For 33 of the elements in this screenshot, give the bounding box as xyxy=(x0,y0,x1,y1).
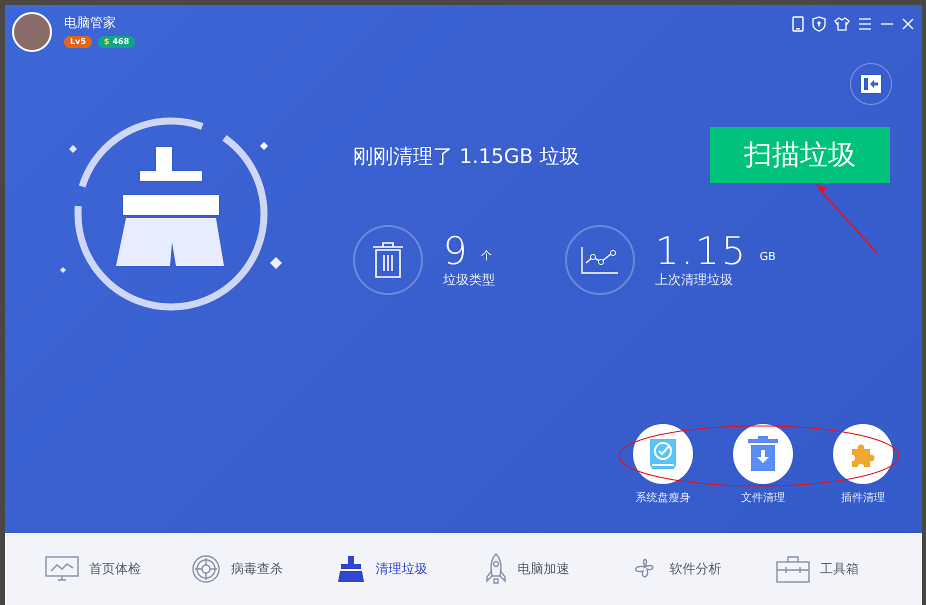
shirt-icon[interactable] xyxy=(834,17,850,31)
avatar[interactable] xyxy=(12,12,52,52)
stat-unit: GB xyxy=(760,250,776,265)
nav-tab[interactable]: 软件分析 xyxy=(630,554,776,584)
line-chart-icon xyxy=(580,245,620,275)
close-icon[interactable] xyxy=(902,18,914,30)
level-badge: Lv5 xyxy=(64,36,92,48)
shield-icon[interactable] xyxy=(812,16,826,32)
coin-badge: $ 468 xyxy=(98,36,136,48)
stat-unit: 个 xyxy=(481,248,492,264)
headline: 刚刚清理了 1.15GB 垃圾 xyxy=(353,143,580,170)
toolbox-icon xyxy=(776,555,810,583)
target-icon xyxy=(191,554,222,584)
nav-tab[interactable]: 首页体检 xyxy=(45,556,192,582)
menu-icon[interactable] xyxy=(858,18,872,30)
exit-icon xyxy=(861,75,881,93)
stat-label: 垃圾类型 xyxy=(443,272,495,289)
nav-tab[interactable]: 病毒查杀 xyxy=(191,554,338,584)
annotation-arrow xyxy=(815,184,878,254)
nav-tab[interactable]: 电脑加速 xyxy=(484,553,630,585)
broom-icon xyxy=(337,555,366,583)
stat-label: 上次清理垃圾 xyxy=(655,272,734,289)
app-title: 电脑管家 xyxy=(64,15,117,32)
trash-icon xyxy=(372,242,404,278)
nav-tab[interactable]: 工具箱 xyxy=(776,555,922,583)
rocket-icon xyxy=(484,553,508,585)
stat-value: 9 xyxy=(443,231,470,271)
stat-value: 1.15 xyxy=(655,231,748,271)
exit-button[interactable] xyxy=(850,63,892,105)
monitor-icon xyxy=(45,556,79,582)
trash-download-icon xyxy=(747,436,779,472)
nav-tab[interactable]: 清理垃圾 xyxy=(337,555,484,583)
phone-icon[interactable] xyxy=(792,16,804,32)
